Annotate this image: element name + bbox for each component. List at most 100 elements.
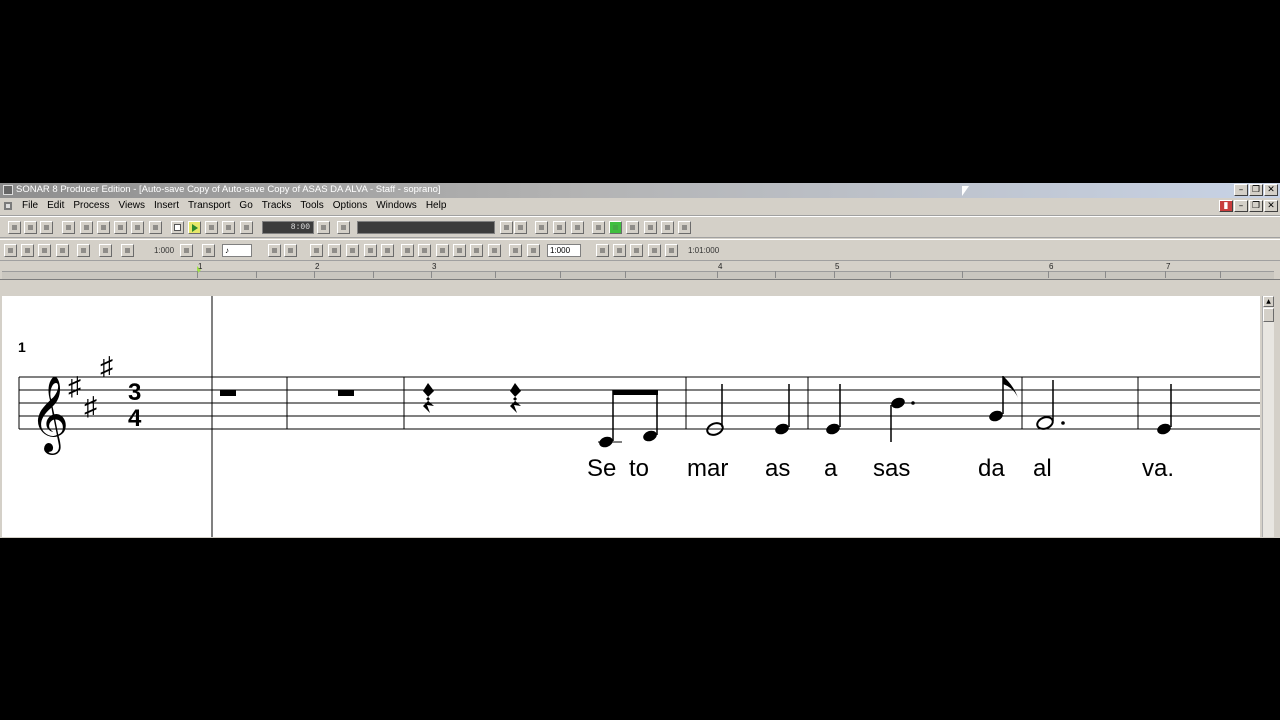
doc-minimize-icon[interactable]: – bbox=[1234, 200, 1248, 212]
lyric-syllable[interactable]: va. bbox=[1142, 455, 1174, 482]
menu-edit[interactable]: Edit bbox=[47, 200, 64, 211]
lyric-syllable[interactable]: mar bbox=[687, 455, 728, 482]
event-list-icon[interactable] bbox=[114, 221, 127, 234]
metronome-icon[interactable] bbox=[317, 221, 330, 234]
loop-end-icon[interactable] bbox=[553, 221, 566, 234]
time-ruler[interactable]: 1 2 3 4 5 6 7 bbox=[0, 262, 1280, 280]
whole-rest[interactable] bbox=[220, 390, 236, 396]
layout-icon[interactable] bbox=[346, 244, 359, 257]
document-icon[interactable] bbox=[3, 201, 13, 211]
doc-close-icon[interactable]: ✕ bbox=[1264, 200, 1278, 212]
quarter-rest[interactable] bbox=[423, 383, 434, 413]
note-duration-select[interactable]: ♪ bbox=[222, 244, 252, 257]
sync-icon[interactable] bbox=[678, 221, 691, 234]
open-icon[interactable] bbox=[24, 221, 37, 234]
lock-icon[interactable]: ▮ bbox=[1219, 200, 1233, 212]
scroll-thumb[interactable] bbox=[1263, 308, 1274, 322]
menu-go[interactable]: Go bbox=[239, 200, 252, 211]
menu-tracks[interactable]: Tracks bbox=[262, 200, 292, 211]
restore-icon[interactable]: ❐ bbox=[1249, 184, 1263, 196]
audio-icon[interactable] bbox=[644, 221, 657, 234]
midi-icon[interactable] bbox=[661, 221, 674, 234]
time-display[interactable]: 8:00 bbox=[262, 221, 314, 234]
menu-insert[interactable]: Insert bbox=[154, 200, 179, 211]
menu-transport[interactable]: Transport bbox=[188, 200, 230, 211]
loop-start-icon[interactable] bbox=[535, 221, 548, 234]
vertical-scrollbar[interactable]: ▲ bbox=[1262, 296, 1274, 537]
doc-restore-icon[interactable]: ❐ bbox=[1249, 200, 1263, 212]
new-icon[interactable] bbox=[8, 221, 21, 234]
pedal-icon[interactable] bbox=[630, 244, 643, 257]
minimize-icon[interactable]: – bbox=[1234, 184, 1248, 196]
note-options-icon[interactable] bbox=[202, 244, 215, 257]
quarter-note[interactable] bbox=[774, 384, 791, 436]
console-icon[interactable] bbox=[131, 221, 144, 234]
tie-icon[interactable] bbox=[527, 244, 540, 257]
lyric-syllable[interactable]: as bbox=[765, 455, 790, 482]
snap-enable-icon[interactable] bbox=[609, 221, 622, 234]
menu-options[interactable]: Options bbox=[333, 200, 367, 211]
quarter-note[interactable] bbox=[825, 384, 842, 436]
trim-durations-icon[interactable] bbox=[328, 244, 341, 257]
lyric-syllable[interactable]: Se bbox=[587, 455, 616, 482]
lyric-syllable[interactable]: a bbox=[824, 455, 838, 482]
dotted-half-note[interactable] bbox=[1036, 380, 1065, 431]
lyrics-icon[interactable] bbox=[381, 244, 394, 257]
quarter-note-icon[interactable] bbox=[436, 244, 449, 257]
chord-icon[interactable] bbox=[364, 244, 377, 257]
menu-file[interactable]: File bbox=[22, 200, 38, 211]
quarter-rest[interactable] bbox=[510, 383, 521, 413]
staff-svg[interactable]: 1 𝄞 ♯ ♯ ♯ 3 4 Se to mar as a sas da al v… bbox=[2, 296, 1260, 537]
marker-icon[interactable] bbox=[500, 221, 513, 234]
draw-tool-icon[interactable] bbox=[21, 244, 34, 257]
snap-icon[interactable] bbox=[592, 221, 605, 234]
lyric-syllable[interactable]: sas bbox=[873, 455, 910, 482]
expression-icon[interactable] bbox=[665, 244, 678, 257]
rewind-icon[interactable] bbox=[222, 221, 235, 234]
duration-field[interactable]: 1:000 bbox=[547, 244, 581, 257]
triplet-icon[interactable] bbox=[284, 244, 297, 257]
sixteenth-note-icon[interactable] bbox=[470, 244, 483, 257]
zoom-in-icon[interactable] bbox=[99, 244, 112, 257]
staff-view-icon[interactable] bbox=[80, 221, 93, 234]
chord-grid-icon[interactable] bbox=[613, 244, 626, 257]
stop-icon[interactable] bbox=[171, 221, 184, 234]
menu-help[interactable]: Help bbox=[426, 200, 447, 211]
grid-select-icon[interactable] bbox=[121, 244, 134, 257]
lyric-syllable[interactable]: to bbox=[629, 455, 649, 482]
menu-process[interactable]: Process bbox=[73, 200, 109, 211]
erase-tool-icon[interactable] bbox=[38, 244, 51, 257]
menu-views[interactable]: Views bbox=[118, 200, 145, 211]
track-view-icon[interactable] bbox=[62, 221, 75, 234]
help-icon[interactable] bbox=[337, 221, 350, 234]
title-bar[interactable]: SONAR 8 Producer Edition - [Auto-save Co… bbox=[0, 183, 1280, 198]
thirtysecond-note-icon[interactable] bbox=[488, 244, 501, 257]
fill-durations-icon[interactable] bbox=[310, 244, 323, 257]
loop-view-icon[interactable] bbox=[149, 221, 162, 234]
scrub-tool-icon[interactable] bbox=[56, 244, 69, 257]
menu-tools[interactable]: Tools bbox=[300, 200, 323, 211]
grid-icon[interactable] bbox=[626, 221, 639, 234]
fretboard-icon[interactable] bbox=[596, 244, 609, 257]
select-tool-icon[interactable] bbox=[4, 244, 17, 257]
panic-icon[interactable] bbox=[240, 221, 253, 234]
marker-select[interactable] bbox=[357, 221, 495, 234]
record-icon[interactable] bbox=[205, 221, 218, 234]
scroll-up-icon[interactable]: ▲ bbox=[1263, 296, 1274, 307]
zoom-tool-icon[interactable] bbox=[77, 244, 90, 257]
eighth-note-icon[interactable] bbox=[453, 244, 466, 257]
dynamics-icon[interactable] bbox=[648, 244, 661, 257]
save-icon[interactable] bbox=[40, 221, 53, 234]
whole-rest[interactable] bbox=[338, 390, 354, 396]
beamed-eighths[interactable] bbox=[598, 390, 659, 449]
loop-icon[interactable] bbox=[514, 221, 527, 234]
whole-note-icon[interactable] bbox=[401, 244, 414, 257]
lyric-syllable[interactable]: al bbox=[1033, 455, 1052, 482]
dotted-icon[interactable] bbox=[268, 244, 281, 257]
punch-icon[interactable] bbox=[571, 221, 584, 234]
snap-options-icon[interactable] bbox=[180, 244, 193, 257]
piano-roll-icon[interactable] bbox=[97, 221, 110, 234]
dot-icon[interactable] bbox=[509, 244, 522, 257]
close-icon[interactable]: ✕ bbox=[1264, 184, 1278, 196]
half-note-icon[interactable] bbox=[418, 244, 431, 257]
